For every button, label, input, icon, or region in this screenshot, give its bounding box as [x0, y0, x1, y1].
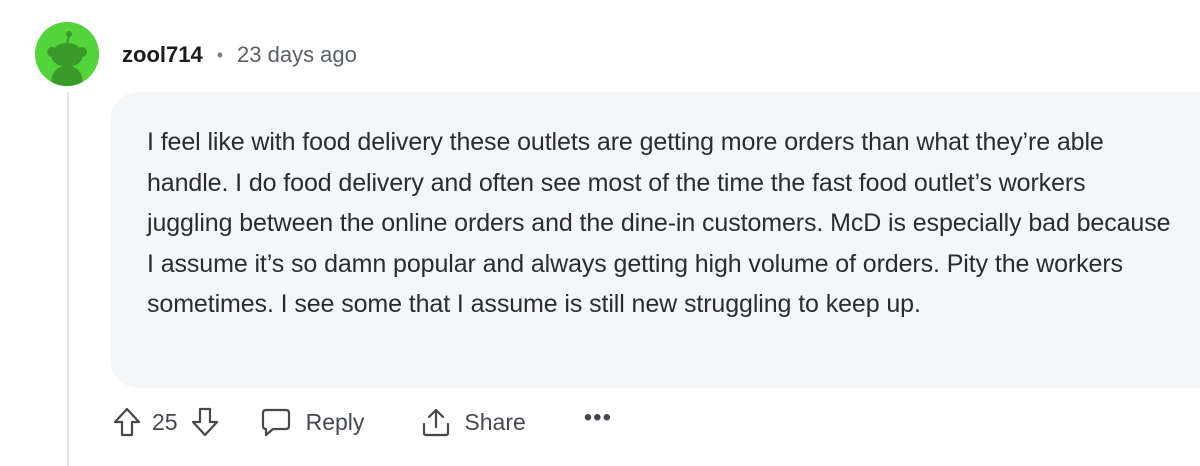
arrow-up-icon — [113, 407, 141, 437]
avatar[interactable] — [35, 22, 99, 86]
comment: zool714 • 23 days ago I feel like with f… — [0, 0, 1200, 466]
share-label: Share — [464, 408, 526, 435]
timestamp[interactable]: 23 days ago — [237, 42, 357, 68]
share-upload-icon — [423, 408, 450, 437]
username[interactable]: zool714 — [122, 42, 203, 68]
snoo-avatar-icon — [35, 22, 99, 86]
comment-header: zool714 • 23 days ago — [122, 38, 357, 72]
speech-bubble-icon — [261, 408, 290, 437]
reply-label: Reply — [305, 408, 365, 435]
upvote-button[interactable] — [112, 406, 142, 438]
arrow-down-icon — [191, 407, 218, 437]
more-options-button[interactable]: ••• — [584, 406, 612, 430]
thread-line[interactable] — [67, 92, 69, 466]
separator-dot: • — [216, 44, 224, 65]
ellipsis-icon: ••• — [583, 404, 612, 431]
action-bar: 25 Reply Share ••• — [112, 400, 612, 444]
reply-button[interactable]: Reply — [260, 406, 365, 438]
downvote-button[interactable] — [190, 406, 220, 438]
vote-count: 25 — [152, 408, 178, 435]
share-button[interactable]: Share — [420, 406, 526, 438]
comment-body: I feel like with food delivery these out… — [147, 128, 1171, 318]
